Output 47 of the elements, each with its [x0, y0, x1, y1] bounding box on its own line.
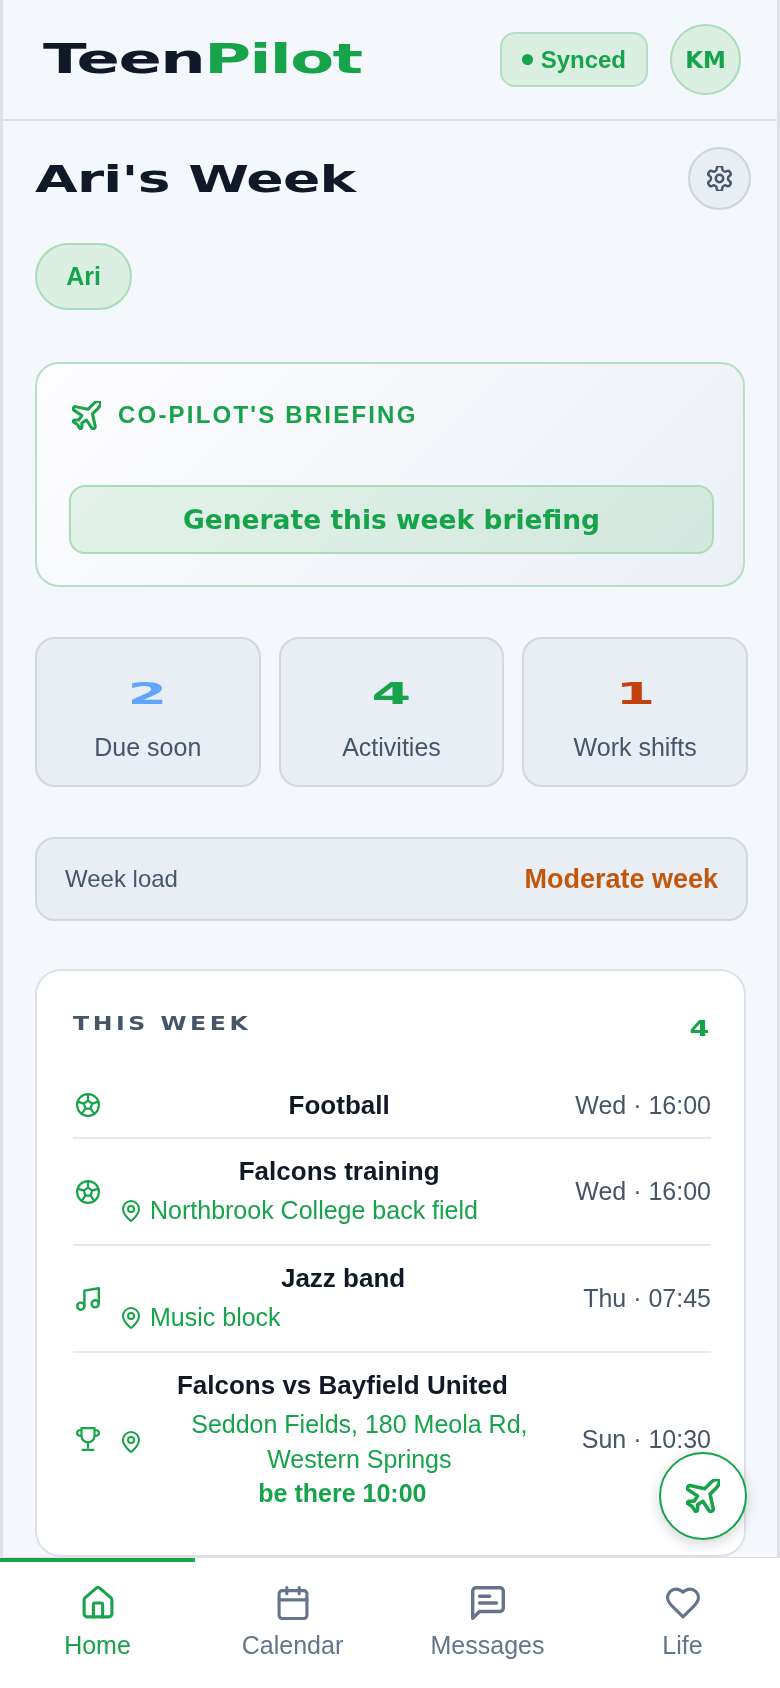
generate-briefing-button[interactable]: Generate this week briefing [69, 485, 714, 554]
map-pin-icon [122, 1306, 140, 1329]
event-count: 4 [689, 1015, 709, 1041]
week-load-value: Moderate week [524, 863, 718, 895]
settings-icon [707, 166, 732, 191]
event-title[interactable]: Jazz band [280, 1262, 406, 1294]
nav-tab[interactable]: Messages [390, 1558, 585, 1688]
stat-label: Due soon [94, 732, 202, 762]
soccer-ball-icon [76, 1093, 100, 1117]
stat-value: 2 [128, 675, 168, 713]
event-time: Thu · 07:45 [583, 1284, 711, 1313]
nav-tab[interactable]: Home [0, 1558, 195, 1688]
map-pin-icon [122, 1431, 140, 1453]
status-dot-icon [521, 54, 533, 65]
sync-status-label: Synced [540, 45, 626, 74]
home-icon [80, 1586, 115, 1620]
avatar[interactable]: KM [670, 24, 741, 95]
stat-value: 1 [615, 675, 655, 713]
stat-label: Activities [342, 732, 441, 762]
nav-tab[interactable]: Life [585, 1558, 780, 1688]
event-title[interactable]: Falcons training [238, 1155, 440, 1187]
nav-tab[interactable]: Calendar [195, 1558, 390, 1688]
event-time: Wed · 16:00 [575, 1090, 711, 1120]
music-note-icon [76, 1286, 100, 1311]
event-title[interactable]: Football [288, 1089, 390, 1121]
event-location: Music block [150, 1302, 281, 1333]
trophy-icon [76, 1427, 100, 1451]
plane-icon [686, 1479, 720, 1513]
stat-label: Work shifts [573, 732, 697, 762]
week-load-label: Week load [65, 865, 178, 893]
page-title: Ari's Week [35, 159, 356, 198]
map-pin-icon [122, 1199, 140, 1222]
event-title[interactable]: Falcons vs Bayfield United [176, 1369, 508, 1401]
chat-icon [470, 1586, 505, 1620]
section-title: THIS WEEK [73, 1011, 252, 1035]
event-time: Wed · 16:00 [575, 1177, 711, 1206]
app-logo: Teen Pilot [43, 39, 362, 80]
briefing-title: CO-PILOT'S BRIEFING [118, 401, 418, 429]
event-note: be there 10:00 [258, 1478, 427, 1509]
stat-value: 4 [371, 675, 412, 713]
event-location: Northbrook College back field [150, 1195, 478, 1226]
soccer-ball-icon [76, 1179, 100, 1204]
event-time: Sun · 10:30 [581, 1424, 711, 1454]
calendar-icon [275, 1586, 310, 1620]
plane-icon [72, 400, 101, 430]
heart-icon [665, 1586, 700, 1620]
person-chip[interactable]: Ari [35, 243, 132, 310]
